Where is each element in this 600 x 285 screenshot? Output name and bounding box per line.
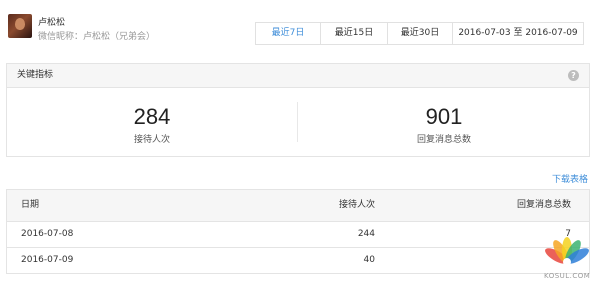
metric-label: 接待人次 (133, 135, 170, 145)
metric-reception-count: 284 接待人次 (7, 88, 297, 155)
avatar (8, 14, 32, 38)
tab-last-7-days[interactable]: 最近7日 (256, 23, 321, 44)
date-filter: 最近7日 最近15日 最近30日 2016-07-03 至 2016-07-09 (255, 22, 584, 45)
peacock-logo-icon (545, 237, 589, 266)
user-name: 卢松松 (38, 18, 66, 28)
watermark-logo: KOSUL.COM (544, 232, 590, 282)
cell-date: 2016-07-08 (21, 229, 74, 239)
key-metrics-title: 关键指标 (17, 70, 54, 80)
wechat-nickname: 微信昵称：卢松松（兄弟会） (38, 32, 156, 42)
cell-date: 2016-07-09 (21, 255, 74, 265)
metric-reply-total: 901 回复消息总数 (299, 88, 589, 155)
table-row: 2016-07-09 40 (7, 248, 589, 274)
metric-divider (297, 102, 298, 142)
cell-reception: 40 (363, 255, 375, 265)
help-icon[interactable]: ? (568, 70, 579, 81)
key-metrics-panel: 关键指标 ? 284 接待人次 901 回复消息总数 (6, 63, 590, 157)
table-row: 2016-07-08 244 7 (7, 222, 589, 248)
metric-label: 回复消息总数 (416, 135, 471, 145)
metric-value: 901 (425, 104, 463, 129)
column-header-replies[interactable]: 回复消息总数 (517, 190, 571, 221)
avatar-face (15, 18, 25, 30)
cell-reception: 244 (357, 229, 375, 239)
watermark-text: KOSUL.COM (544, 272, 591, 280)
tab-last-15-days[interactable]: 最近15日 (321, 23, 388, 44)
column-header-date[interactable]: 日期 (21, 190, 39, 221)
data-table: 日期 接待人次 回复消息总数 2016-07-08 244 7 2016-07-… (6, 189, 590, 274)
date-range-picker[interactable]: 2016-07-03 至 2016-07-09 (453, 23, 583, 44)
metric-value: 284 (133, 104, 171, 129)
download-table-link[interactable]: 下载表格 (552, 172, 588, 185)
tab-last-30-days[interactable]: 最近30日 (388, 23, 453, 44)
key-metrics-header: 关键指标 ? (7, 64, 589, 88)
column-header-reception[interactable]: 接待人次 (339, 190, 375, 221)
table-header: 日期 接待人次 回复消息总数 (7, 190, 589, 222)
